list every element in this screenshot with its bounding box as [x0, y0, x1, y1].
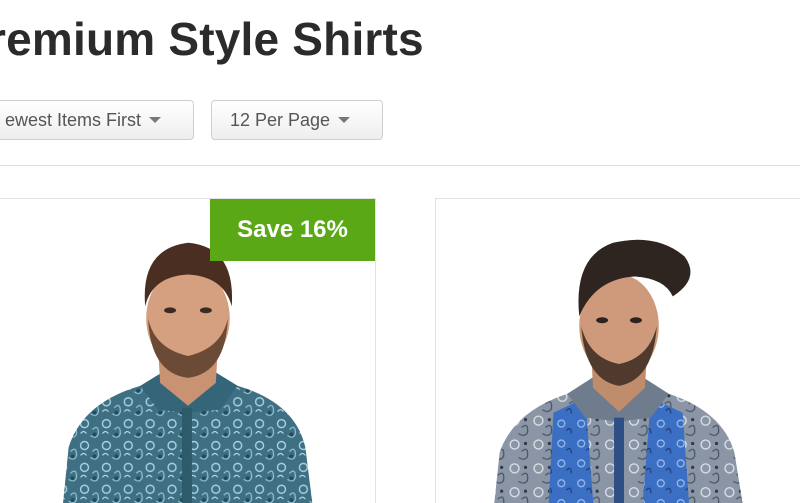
- product-image[interactable]: [436, 199, 800, 503]
- sort-order-label: ewest Items First: [5, 109, 142, 130]
- chevron-down-icon: [338, 117, 351, 123]
- product-card[interactable]: Save 16%: [0, 198, 376, 503]
- page-title: remium Style Shirts: [0, 13, 424, 65]
- divider: [0, 165, 800, 166]
- discount-badge: Save 16%: [210, 199, 375, 261]
- sort-order-dropdown[interactable]: ewest Items First: [0, 100, 194, 140]
- items-per-page-dropdown[interactable]: 12 Per Page: [211, 100, 383, 140]
- product-card[interactable]: [435, 198, 800, 503]
- items-per-page-label: 12 Per Page: [230, 109, 331, 130]
- chevron-down-icon: [149, 117, 162, 123]
